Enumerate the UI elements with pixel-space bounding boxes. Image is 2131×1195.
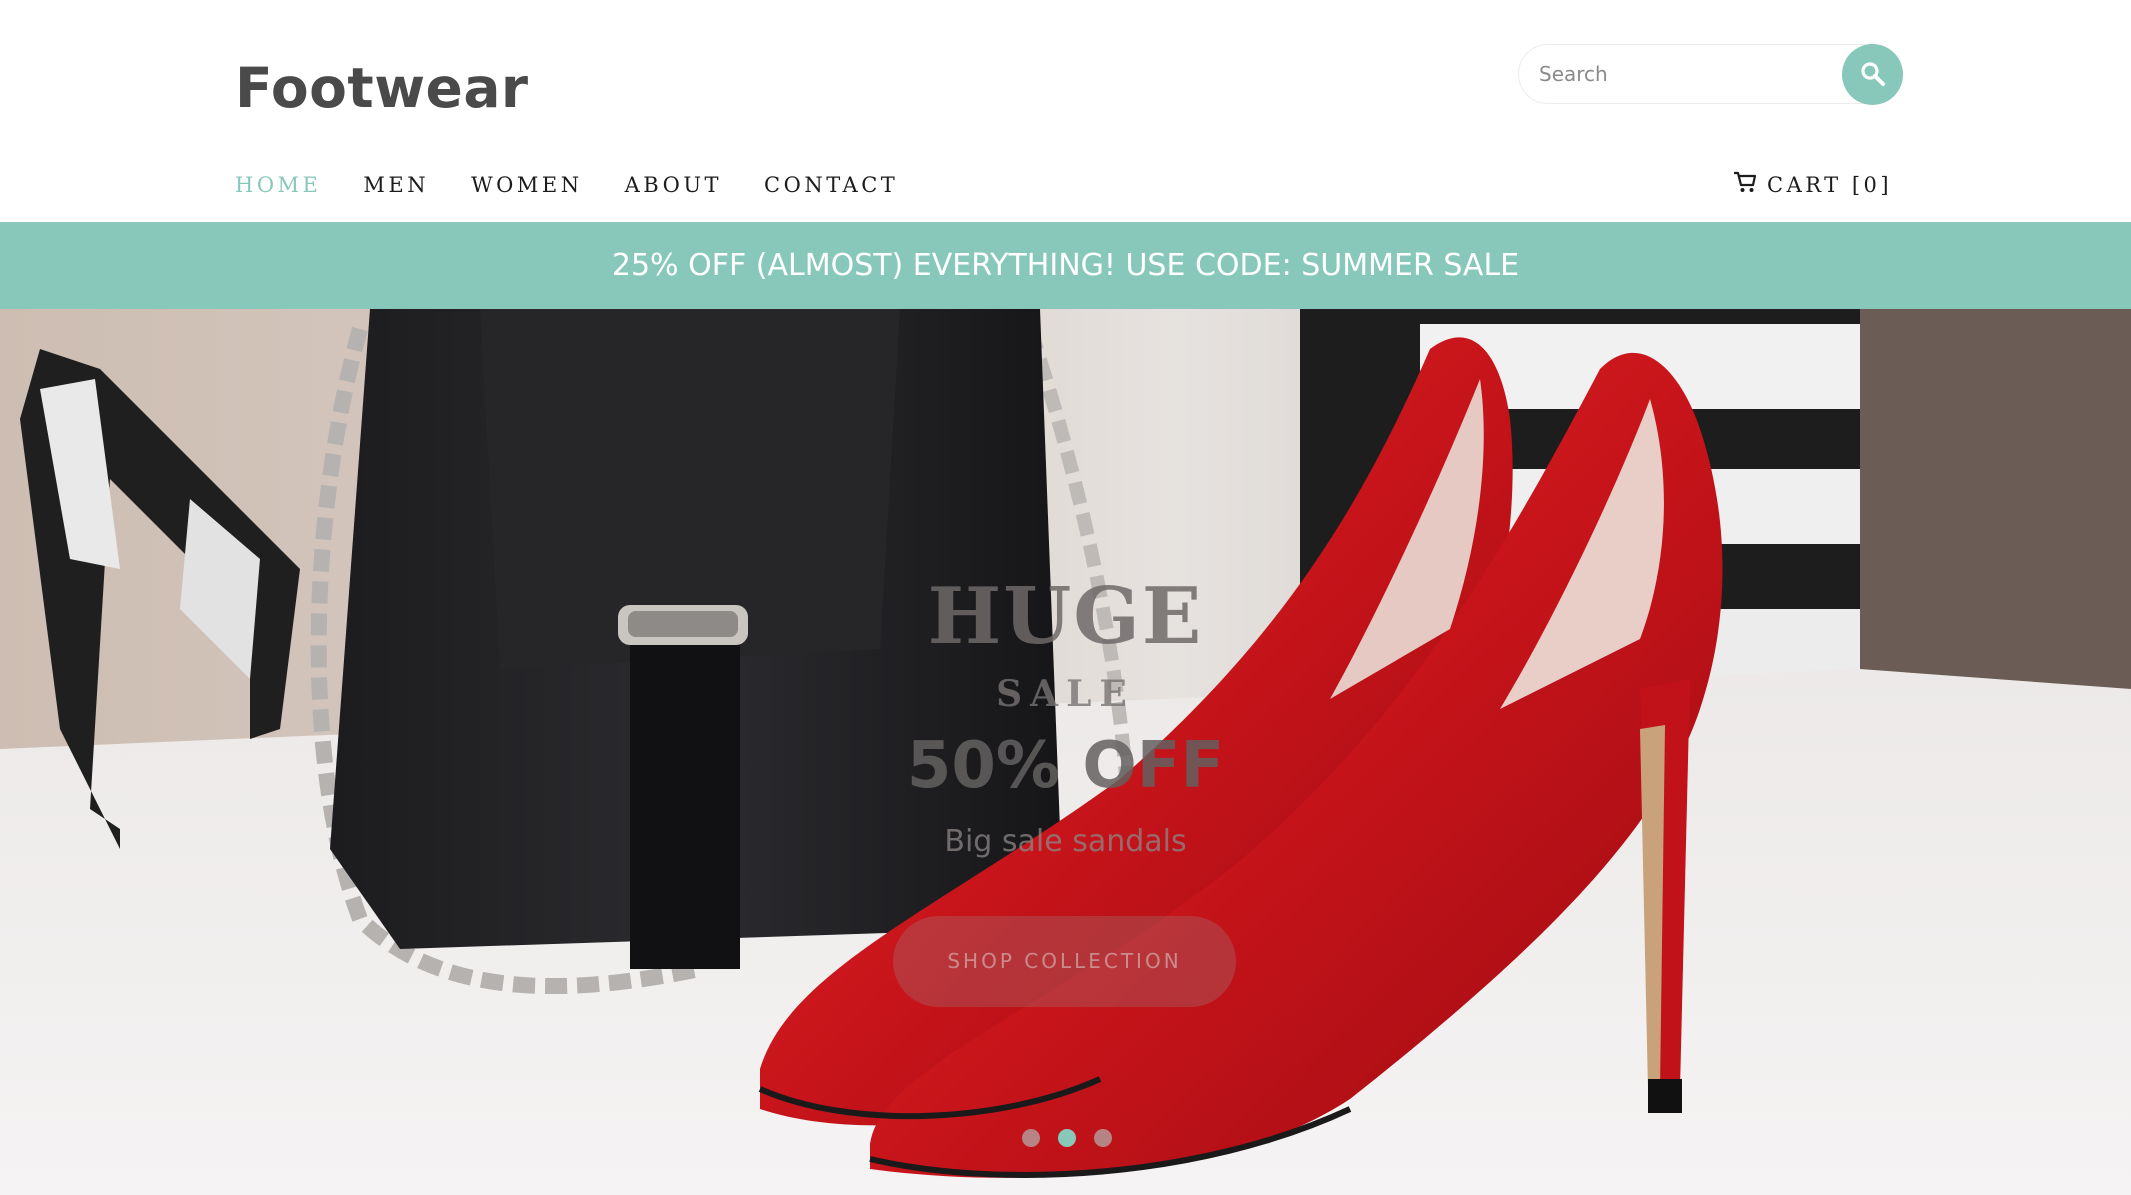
cart-link[interactable]: CART [0] bbox=[1733, 170, 1892, 200]
slider-dots bbox=[1022, 1129, 1130, 1147]
hero-offer: 50% OFF bbox=[906, 729, 1225, 803]
shop-collection-button[interactable]: SHOP COLLECTION bbox=[893, 916, 1236, 1007]
search-icon bbox=[1861, 62, 1885, 86]
site-header: Footwear HOME MEN WOMEN ABOUT CONTACT CA… bbox=[0, 0, 2131, 222]
hero-subtitle: SALE bbox=[996, 673, 1135, 715]
nav-about[interactable]: ABOUT bbox=[625, 170, 722, 200]
slider-dot-1[interactable] bbox=[1022, 1129, 1040, 1147]
hero-title: HUGE bbox=[927, 571, 1204, 662]
search-input[interactable] bbox=[1539, 45, 1829, 103]
nav-men[interactable]: MEN bbox=[363, 170, 429, 200]
search-box bbox=[1518, 44, 1903, 105]
nav-contact[interactable]: CONTACT bbox=[764, 170, 898, 200]
slider-dot-2[interactable] bbox=[1058, 1129, 1076, 1147]
site-logo[interactable]: Footwear bbox=[235, 56, 529, 120]
promo-banner: 25% OFF (ALMOST) EVERYTHING! USE CODE: S… bbox=[0, 222, 2131, 309]
cart-label: CART [0] bbox=[1767, 173, 1893, 197]
hero-description: Big sale sandals bbox=[944, 824, 1187, 859]
promo-text: 25% OFF (ALMOST) EVERYTHING! USE CODE: S… bbox=[611, 248, 1520, 283]
nav-home[interactable]: HOME bbox=[235, 170, 321, 200]
cart-icon bbox=[1734, 171, 1757, 192]
search-button[interactable] bbox=[1842, 44, 1903, 105]
nav-women[interactable]: WOMEN bbox=[471, 170, 583, 200]
hero-content: HUGE SALE 50% OFF Big sale sandals SHOP … bbox=[0, 309, 2131, 1195]
hero-slider: HUGE SALE 50% OFF Big sale sandals SHOP … bbox=[0, 309, 2131, 1195]
slider-dot-3[interactable] bbox=[1094, 1129, 1112, 1147]
main-nav: HOME MEN WOMEN ABOUT CONTACT bbox=[235, 170, 940, 200]
